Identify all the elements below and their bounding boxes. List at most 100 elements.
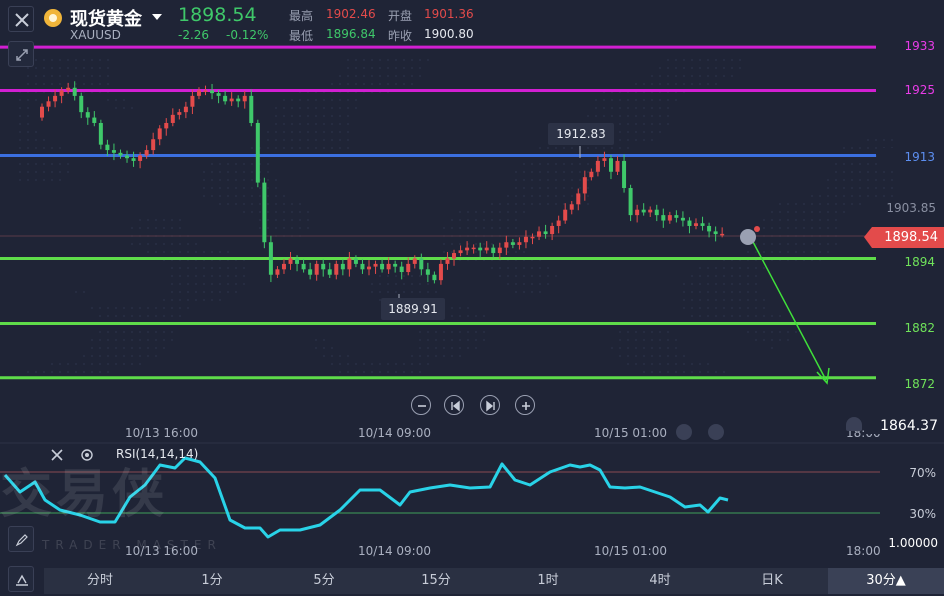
tab-timeshare[interactable]: 分时 [44, 568, 156, 594]
candle-body [412, 258, 417, 264]
tab-1hour[interactable]: 1时 [492, 568, 604, 594]
close-button[interactable] [8, 6, 34, 32]
map-dot [723, 267, 725, 269]
zoom-out-button[interactable] [411, 395, 431, 415]
map-dot [459, 339, 461, 341]
map-dot [891, 179, 893, 181]
map-dot [355, 75, 357, 77]
eye-icon[interactable] [676, 424, 692, 440]
map-dot [627, 123, 629, 125]
tab-15min[interactable]: 15分 [380, 568, 492, 594]
map-dot [707, 283, 709, 285]
dropdown-caret-icon[interactable] [152, 14, 162, 20]
map-dot [635, 355, 637, 357]
tab-30min[interactable]: 30分▲ [828, 568, 944, 594]
candle-body [157, 128, 162, 140]
map-dot [355, 99, 357, 101]
map-dot [715, 75, 717, 77]
map-dot [491, 267, 493, 269]
map-dot [835, 179, 837, 181]
map-dot [635, 99, 637, 101]
candle-body [66, 87, 71, 91]
map-dot [507, 275, 509, 277]
map-dot [339, 107, 341, 109]
map-dot [155, 219, 157, 221]
candle-body [59, 90, 64, 96]
candle-body [40, 106, 44, 118]
map-dot [851, 179, 853, 181]
map-dot [619, 123, 621, 125]
map-dot [203, 171, 205, 173]
candle-body [687, 220, 692, 226]
candle-body [523, 236, 528, 243]
next-button[interactable] [480, 395, 500, 415]
map-dot [243, 163, 245, 165]
map-dot [475, 243, 477, 245]
map-dot [123, 347, 125, 349]
map-dot [683, 371, 685, 373]
map-dot [219, 187, 221, 189]
candle-body [53, 95, 58, 102]
map-dot [163, 347, 165, 349]
map-dot [27, 147, 29, 149]
map-dot [147, 251, 149, 253]
map-dot [483, 211, 485, 213]
map-dot [715, 315, 717, 317]
map-dot [731, 283, 733, 285]
map-dot [699, 307, 701, 309]
map-dot [347, 131, 349, 133]
tab-1min[interactable]: 1分 [156, 568, 268, 594]
candle-body [308, 269, 313, 275]
bell-icon[interactable] [846, 417, 862, 431]
map-dot [523, 267, 525, 269]
map-dot [787, 331, 789, 333]
map-dot [507, 219, 509, 221]
map-dot [299, 99, 301, 101]
map-dot [339, 99, 341, 101]
map-dot [299, 139, 301, 141]
map-dot [107, 83, 109, 85]
map-dot [699, 83, 701, 85]
collapse-button[interactable] [8, 41, 34, 67]
tab-5min[interactable]: 5分 [268, 568, 380, 594]
last-price: 1898.54 [178, 4, 257, 26]
map-dot [99, 355, 101, 357]
map-dot [635, 107, 637, 109]
settings-icon[interactable] [708, 424, 724, 440]
map-dot [835, 203, 837, 205]
map-dot [107, 371, 109, 373]
pencil-button[interactable] [8, 526, 34, 552]
candle-body [144, 150, 149, 156]
tab-4hour[interactable]: 4时 [604, 568, 716, 594]
map-dot [571, 163, 573, 165]
map-dot [27, 107, 29, 109]
map-dot [139, 219, 141, 221]
map-dot [123, 363, 125, 365]
map-dot [179, 243, 181, 245]
map-dot [139, 339, 141, 341]
candle-body [707, 225, 712, 232]
prev-button[interactable] [444, 395, 464, 415]
map-dot [155, 227, 157, 229]
map-dot [363, 67, 365, 69]
map-dot [219, 203, 221, 205]
candle-body [79, 95, 84, 113]
map-dot [363, 59, 365, 61]
map-dot [355, 59, 357, 61]
tab-daily[interactable]: 日K [716, 568, 828, 594]
zoom-in-button[interactable] [515, 395, 535, 415]
map-dot [283, 203, 285, 205]
map-dot [171, 315, 173, 317]
map-dot [91, 347, 93, 349]
candle-body [262, 182, 267, 243]
drawing-tool-button[interactable] [8, 566, 34, 592]
map-dot [651, 139, 653, 141]
candle-body [255, 122, 260, 183]
map-dot [835, 227, 837, 229]
map-dot [587, 179, 589, 181]
map-dot [651, 371, 653, 373]
map-dot [131, 243, 133, 245]
map-dot [179, 227, 181, 229]
map-dot [395, 371, 397, 373]
map-dot [59, 67, 61, 69]
